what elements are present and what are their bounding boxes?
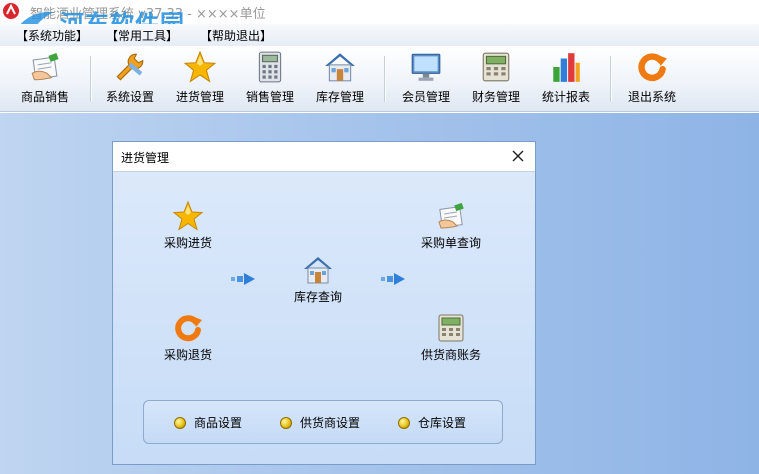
bullet-icon [280,417,292,429]
toolbar-finance-management-button[interactable]: 财务管理 [466,50,526,108]
menu-common-tools[interactable]: 【常用工具】 [106,27,178,44]
supplier-settings-link[interactable]: 供货商设置 [280,414,360,431]
menu-help-exit[interactable]: 【帮助退出】 [200,27,272,44]
toolbar-label: 会员管理 [401,90,450,104]
hand-document-icon [435,200,467,232]
purchase-management-dialog: 进货管理 采购进货 采购单查询 库存查询 采购退货 供货商账务 商品设置 供货商… [112,141,536,465]
toolbar-system-settings-button[interactable]: 系统设置 [100,50,160,108]
bar-chart-icon [549,50,583,84]
monitor-icon [409,50,443,84]
node-label: 采购退货 [163,348,212,362]
toolbar-product-sales-button[interactable]: 商品销售 [14,50,76,108]
cash-register-icon [435,312,467,344]
toolbar-separator [384,56,385,102]
dialog-title: 进货管理 [121,151,170,165]
toolbar-separator [90,56,91,102]
settings-group: 商品设置 供货商设置 仓库设置 [143,400,503,444]
star-icon [172,200,204,232]
supplier-account-button[interactable]: 供货商账务 [411,312,491,363]
purchase-in-button[interactable]: 采购进货 [153,200,223,251]
toolbar: 商品销售 系统设置 进货管理 销售管理 库存管理 会员管理 财务管理 统计报表 … [0,46,759,112]
toolbar-label: 商品销售 [20,90,69,104]
hand-document-icon [28,50,62,84]
menu-bar: 【系统功能】 【常用工具】 【帮助退出】 [0,24,759,46]
flow-arrow-icon [231,272,255,286]
node-label: 采购进货 [163,236,212,250]
toolbar-label: 库存管理 [315,90,364,104]
flow-arrow-icon [381,272,405,286]
toolbar-exit-system-button[interactable]: 退出系统 [622,50,682,108]
toolbar-label: 财务管理 [471,90,520,104]
calculator-icon [253,50,287,84]
toolbar-label: 系统设置 [105,90,154,104]
close-icon[interactable] [509,147,527,165]
window-title: 智能酒业管理系统 v37.33 - ××××单位 [30,7,266,22]
node-label: 供货商账务 [420,348,481,362]
toolbar-label: 退出系统 [627,90,676,104]
purchase-return-button[interactable]: 采购退货 [153,312,223,363]
toolbar-sales-management-button[interactable]: 销售管理 [240,50,300,108]
stock-query-button[interactable]: 库存查询 [283,254,353,305]
toolbar-label: 统计报表 [541,90,590,104]
wrench-icon [113,50,147,84]
menu-system-functions[interactable]: 【系统功能】 [16,27,88,44]
house-icon [302,254,334,286]
dialog-title-bar: 进货管理 [113,142,535,172]
purchase-query-button[interactable]: 采购单查询 [411,200,491,251]
toolbar-label: 销售管理 [245,90,294,104]
settings-label: 供货商设置 [300,416,361,430]
house-icon [323,50,357,84]
warehouse-settings-link[interactable]: 仓库设置 [398,414,466,431]
product-settings-link[interactable]: 商品设置 [174,414,242,431]
toolbar-inventory-management-button[interactable]: 库存管理 [310,50,370,108]
toolbar-purchase-management-button[interactable]: 进货管理 [170,50,230,108]
settings-label: 仓库设置 [418,416,467,430]
settings-label: 商品设置 [194,416,243,430]
toolbar-separator [610,56,611,102]
bullet-icon [398,417,410,429]
refresh-icon [635,50,669,84]
toolbar-member-management-button[interactable]: 会员管理 [396,50,456,108]
app-logo-icon [3,3,19,19]
node-label: 采购单查询 [420,236,481,250]
cash-register-icon [479,50,513,84]
node-label: 库存查询 [293,290,342,304]
toolbar-label: 进货管理 [175,90,224,104]
toolbar-statistics-report-button[interactable]: 统计报表 [536,50,596,108]
title-bar: 智能酒业管理系统 v37.33 - ××××单位 [0,0,759,24]
refresh-icon [172,312,204,344]
star-icon [183,50,217,84]
bullet-icon [174,417,186,429]
